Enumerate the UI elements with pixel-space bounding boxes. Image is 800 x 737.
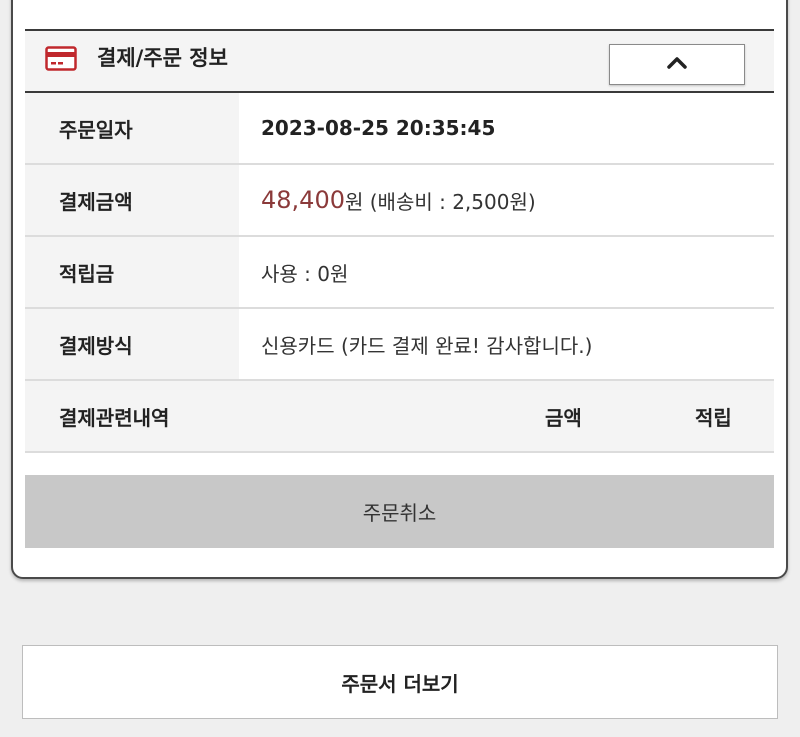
order-date-value: 2023-08-25 20:35:45 — [261, 116, 496, 140]
history-col-points: 적립 — [695, 405, 732, 430]
payment-amount-value: 48,400 원 (배송비 : 2,500원) — [239, 165, 774, 235]
order-date-label: 주문일자 — [25, 93, 239, 163]
payment-amount-label: 결제금액 — [25, 165, 239, 235]
row-order-date: 주문일자 2023-08-25 20:35:45 — [25, 93, 774, 165]
points-value: 사용 : 0원 — [261, 261, 349, 286]
cancel-order-button[interactable]: 주문취소 — [25, 475, 774, 548]
view-more-order-button[interactable]: 주문서 더보기 — [22, 645, 778, 719]
payment-method-label: 결제방식 — [25, 309, 239, 379]
row-payment-method: 결제방식 신용카드 (카드 결제 완료! 감사합니다.) — [25, 309, 774, 381]
amount-unit: 원 — [344, 189, 364, 214]
history-col-amount: 금액 — [545, 405, 582, 430]
payment-method-value: 신용카드 (카드 결제 완료! 감사합니다.) — [261, 333, 593, 358]
shipping-fee: (배송비 : 2,500원) — [363, 189, 536, 214]
history-label: 결제관련내역 — [59, 405, 170, 430]
amount-number: 48,400 — [261, 186, 345, 214]
chevron-up-icon — [666, 55, 688, 74]
collapse-button[interactable] — [609, 44, 745, 85]
credit-card-icon — [45, 46, 77, 71]
row-points: 적립금 사용 : 0원 — [25, 237, 774, 309]
section-title: 결제/주문 정보 — [97, 46, 228, 70]
row-payment-amount: 결제금액 48,400 원 (배송비 : 2,500원) — [25, 165, 774, 237]
payment-history-header: 결제관련내역 금액 적립 — [25, 381, 774, 453]
points-label: 적립금 — [25, 237, 239, 307]
order-payment-card: 결제/주문 정보 주문일자 2023-08-25 20:35:45 결제금액 4… — [11, 0, 788, 579]
